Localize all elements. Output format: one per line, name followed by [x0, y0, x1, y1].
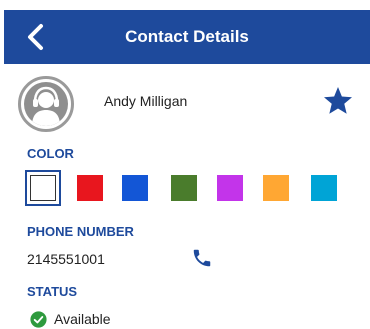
color-swatch-cyan[interactable] — [306, 170, 342, 206]
phone-icon[interactable] — [191, 247, 213, 269]
check-circle-icon — [30, 310, 47, 328]
status-value: Available — [54, 311, 111, 327]
page-title: Contact Details — [125, 27, 249, 46]
phone-number: 2145551001 — [27, 251, 105, 267]
contact-name: Andy Milligan — [104, 93, 188, 109]
color-swatch-blue[interactable] — [117, 170, 153, 206]
color-swatch-green[interactable] — [166, 170, 202, 206]
phone-section-label: PHONE NUMBER — [27, 224, 134, 239]
color-swatch-red[interactable] — [72, 170, 108, 206]
app-header: Contact Details — [4, 10, 370, 64]
avatar — [18, 76, 74, 132]
color-swatch-white[interactable] — [25, 170, 61, 206]
color-swatch-orange[interactable] — [258, 170, 294, 206]
color-swatch-purple[interactable] — [212, 170, 248, 206]
star-icon[interactable] — [322, 85, 354, 117]
color-section-label: COLOR — [27, 146, 74, 161]
back-button[interactable] — [22, 22, 50, 52]
status-row: Available — [30, 310, 111, 328]
user-headset-icon — [32, 86, 60, 126]
status-section-label: STATUS — [27, 284, 78, 299]
chevron-left-icon — [28, 24, 43, 50]
